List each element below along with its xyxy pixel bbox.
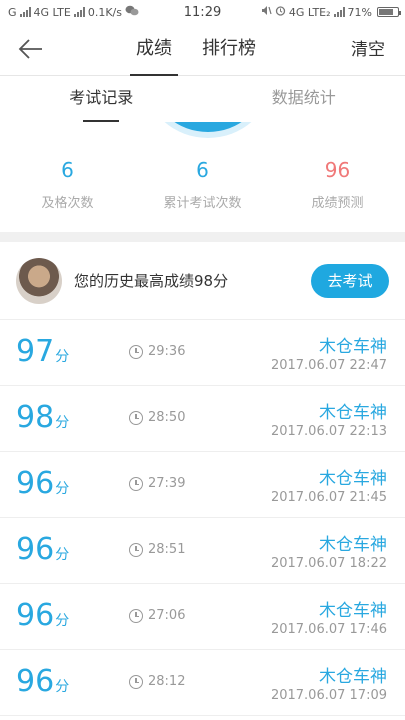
- clock-icon: [129, 674, 143, 689]
- record-duration: 28:50: [129, 410, 185, 425]
- alarm-icon: [275, 5, 286, 19]
- record-score: 96分: [16, 598, 69, 639]
- section-divider: [0, 232, 405, 242]
- best-score-text: 您的历史最高成绩98分: [74, 272, 229, 290]
- record-datetime: 2017.06.07 17:09: [270, 688, 387, 703]
- score-value: 96: [16, 598, 55, 633]
- signal-icon-3: [333, 7, 345, 17]
- record-score: 96分: [16, 532, 69, 573]
- tab-leaderboard[interactable]: 排行榜: [200, 24, 258, 76]
- clock-icon: [129, 608, 143, 623]
- avatar: [16, 257, 62, 304]
- stats-panel: 6 及格次数 6 累计考试次数 96 成绩预测: [0, 122, 405, 232]
- record-score: 96分: [16, 664, 69, 705]
- record-duration: 27:39: [129, 476, 185, 491]
- stat-pass-count: 6 及格次数: [0, 158, 135, 211]
- record-datetime: 2017.06.07 18:22: [270, 556, 387, 571]
- network-label-1: 4G LTE: [33, 5, 71, 19]
- score-gauge: [152, 122, 264, 132]
- record-item[interactable]: 96分 27:39 木仓车神 2017.06.07 21:45: [0, 452, 405, 518]
- nav-tabs: 成绩 排行榜: [130, 24, 258, 76]
- subtab-data-stats[interactable]: 数据统计: [203, 76, 405, 122]
- signal-icon-2: [73, 7, 85, 17]
- score-value: 96: [16, 664, 55, 699]
- record-item[interactable]: 96分 28:51 木仓车神 2017.06.07 18:22: [0, 518, 405, 584]
- record-name: 木仓车神: [319, 337, 387, 357]
- battery-percent: 71%: [347, 5, 372, 19]
- score-unit: 分: [55, 679, 70, 695]
- record-item[interactable]: 98分 28:50 木仓车神 2017.06.07 22:13: [0, 386, 405, 452]
- score-unit: 分: [55, 481, 70, 497]
- clock-icon: [129, 344, 143, 359]
- record-duration: 29:36: [129, 344, 185, 359]
- stat-total-exams: 6 累计考试次数: [135, 158, 270, 211]
- score-unit: 分: [55, 349, 70, 365]
- record-datetime: 2017.06.07 21:45: [270, 490, 387, 505]
- status-right: 4G LTE₂ 71%: [261, 5, 401, 19]
- record-name: 木仓车神: [319, 535, 387, 555]
- record-item[interactable]: 96分 27:06 木仓车神 2017.06.07 17:46: [0, 584, 405, 650]
- record-name: 木仓车神: [319, 667, 387, 687]
- score-value: 96: [16, 466, 55, 501]
- take-exam-button[interactable]: 去考试: [311, 263, 389, 298]
- stat-value: 6: [196, 158, 209, 182]
- stat-value: 6: [61, 158, 74, 182]
- score-unit: 分: [55, 415, 70, 431]
- record-datetime: 2017.06.07 22:13: [270, 424, 387, 439]
- score-value: 98: [16, 400, 55, 435]
- duration-value: 28:50: [148, 410, 186, 425]
- duration-value: 27:39: [148, 476, 186, 491]
- network-label-2: 4G LTE₂: [288, 5, 331, 19]
- nav-bar: 成绩 排行榜 清空: [0, 24, 405, 76]
- status-bar: G 4G LTE 0.1K/s 11:29 4G LTE₂ 71%: [0, 0, 405, 24]
- carrier-label: G: [8, 5, 17, 19]
- duration-value: 28:12: [148, 674, 186, 689]
- clock-icon: [129, 410, 143, 425]
- score-unit: 分: [55, 613, 70, 629]
- clock-icon: [129, 476, 143, 491]
- duration-value: 27:06: [148, 608, 186, 623]
- stat-value: 96: [324, 158, 351, 182]
- record-duration: 27:06: [129, 608, 185, 623]
- stat-label: 及格次数: [41, 196, 94, 211]
- record-name: 木仓车神: [319, 403, 387, 423]
- record-name: 木仓车神: [319, 601, 387, 621]
- duration-value: 28:51: [148, 542, 186, 557]
- wechat-icon: [125, 5, 139, 19]
- record-score: 98分: [16, 400, 69, 441]
- record-score: 96分: [16, 466, 69, 507]
- score-value: 96: [16, 532, 55, 567]
- record-duration: 28:51: [129, 542, 185, 557]
- record-datetime: 2017.06.07 17:46: [270, 622, 387, 637]
- record-datetime: 2017.06.07 22:47: [270, 358, 387, 373]
- tab-scores[interactable]: 成绩: [130, 24, 178, 76]
- record-name: 木仓车神: [319, 469, 387, 489]
- duration-value: 29:36: [148, 344, 186, 359]
- mute-icon: [261, 5, 272, 19]
- signal-icon: [19, 7, 31, 17]
- network-speed: 0.1K/s: [87, 5, 122, 19]
- battery-icon: [377, 7, 401, 17]
- best-score-row: 您的历史最高成绩98分 去考试: [0, 242, 405, 320]
- record-score: 97分: [16, 334, 69, 375]
- back-arrow-icon: [18, 39, 42, 59]
- clear-button[interactable]: 清空: [351, 24, 385, 76]
- stat-label: 成绩预测: [311, 196, 364, 211]
- record-item[interactable]: 97分 29:36 木仓车神 2017.06.07 22:47: [0, 320, 405, 386]
- stat-score-prediction: 96 成绩预测: [270, 158, 405, 211]
- back-button[interactable]: [18, 36, 48, 62]
- stat-label: 累计考试次数: [163, 196, 242, 211]
- sub-tabs: 考试记录 数据统计: [0, 76, 405, 122]
- record-item[interactable]: 96分 28:12 木仓车神 2017.06.07 17:09: [0, 650, 405, 716]
- stats-row: 6 及格次数 6 累计考试次数 96 成绩预测: [0, 158, 405, 211]
- status-left: G 4G LTE 0.1K/s: [8, 5, 139, 19]
- record-duration: 28:12: [129, 674, 185, 689]
- record-list: 97分 29:36 木仓车神 2017.06.07 22:47 98分 28:5…: [0, 320, 405, 716]
- clock-icon: [129, 542, 143, 557]
- score-value: 97: [16, 334, 55, 369]
- subtab-exam-records[interactable]: 考试记录: [0, 76, 203, 122]
- score-unit: 分: [55, 547, 70, 563]
